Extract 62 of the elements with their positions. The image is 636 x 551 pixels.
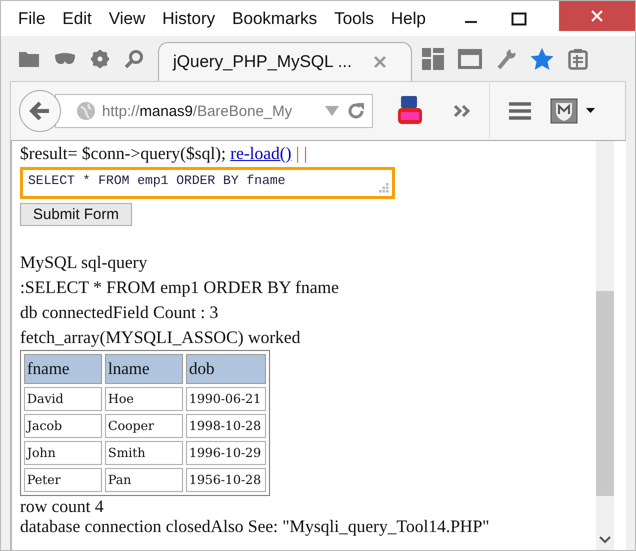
code-text: $result= $conn->query($sql); (20, 143, 226, 163)
column-header: lname (105, 354, 183, 384)
search-icon[interactable] (124, 48, 144, 68)
scrollbar-thumb[interactable] (596, 291, 614, 496)
close-button[interactable] (559, 1, 635, 31)
shield-icon[interactable] (550, 98, 596, 124)
menu-item[interactable]: Bookmarks (232, 8, 318, 28)
table-cell: Pan (105, 468, 183, 492)
tiles-icon[interactable] (422, 48, 444, 70)
menu-item[interactable]: View (108, 8, 146, 28)
table-cell: John (24, 441, 102, 465)
menu-item[interactable]: Edit (62, 8, 92, 28)
table-cell: 1956-10-28 (186, 468, 266, 492)
mask-icon[interactable] (54, 52, 76, 66)
query-field[interactable]: SELECT * FROM emp1 ORDER BY fname (20, 167, 395, 199)
wrench-icon[interactable] (496, 48, 516, 70)
menu-item[interactable]: File (18, 8, 46, 28)
column-header: fname (24, 354, 102, 384)
table-cell: Hoe (105, 387, 183, 411)
scroll-down-icon[interactable] (599, 536, 611, 544)
submit-button[interactable]: Submit Form (20, 203, 132, 226)
tab-title: jQuery_PHP_MySQL ... (173, 52, 352, 72)
url-text: http://manas9/BareBone_My (102, 102, 294, 120)
browser-tab[interactable]: jQuery_PHP_MySQL ... (158, 42, 412, 81)
gear-icon[interactable] (90, 48, 110, 68)
output-text: MySQL sql-query (20, 251, 148, 274)
table-cell: David (24, 387, 102, 411)
address-bar[interactable]: http://manas9/BareBone_My (55, 94, 373, 128)
menu-item[interactable]: Help (390, 8, 426, 28)
menu-item[interactable]: Tools (334, 8, 374, 28)
globe-icon (76, 101, 96, 121)
overflow-icon[interactable] (453, 104, 471, 118)
close-icon (589, 8, 605, 24)
output-text: row count 4 (20, 496, 105, 516)
output-text: database connection closedAlso See: "Mysqli_query_Tool14.PHP" (20, 516, 490, 536)
output-text: fetch_array(MYSQLI_ASSOC) worked (20, 326, 302, 349)
output-text: :SELECT * FROM emp1 ORDER BY fname (20, 276, 340, 299)
menu-item[interactable]: History (162, 8, 216, 28)
clipboard-icon[interactable] (568, 48, 588, 70)
maximize-icon[interactable] (511, 10, 527, 26)
dropdown-icon[interactable] (324, 105, 340, 117)
table-cell: Cooper (105, 414, 183, 438)
table-cell: Smith (105, 441, 183, 465)
video-icon[interactable] (397, 96, 423, 126)
separator-text: | | (296, 143, 308, 163)
column-header: dob (186, 354, 266, 384)
reload-icon[interactable] (346, 101, 366, 121)
output-text: db connectedField Count : 3 (20, 301, 220, 324)
close-icon[interactable] (374, 56, 386, 68)
resize-grip-icon[interactable] (379, 183, 389, 193)
table-cell: 1990-06-21 (186, 387, 266, 411)
menu-icon[interactable] (508, 101, 532, 121)
window-icon[interactable] (458, 48, 482, 68)
table-cell: Jacob (24, 414, 102, 438)
back-button[interactable] (19, 90, 61, 132)
table-cell: 1996-10-29 (186, 441, 266, 465)
star-icon[interactable] (530, 48, 554, 70)
table-cell: 1998-10-28 (186, 414, 266, 438)
scrollbar[interactable] (596, 141, 614, 550)
table-cell: Peter (24, 468, 102, 492)
reload-link[interactable]: re-load() (230, 143, 292, 163)
back-arrow-icon (29, 101, 51, 121)
